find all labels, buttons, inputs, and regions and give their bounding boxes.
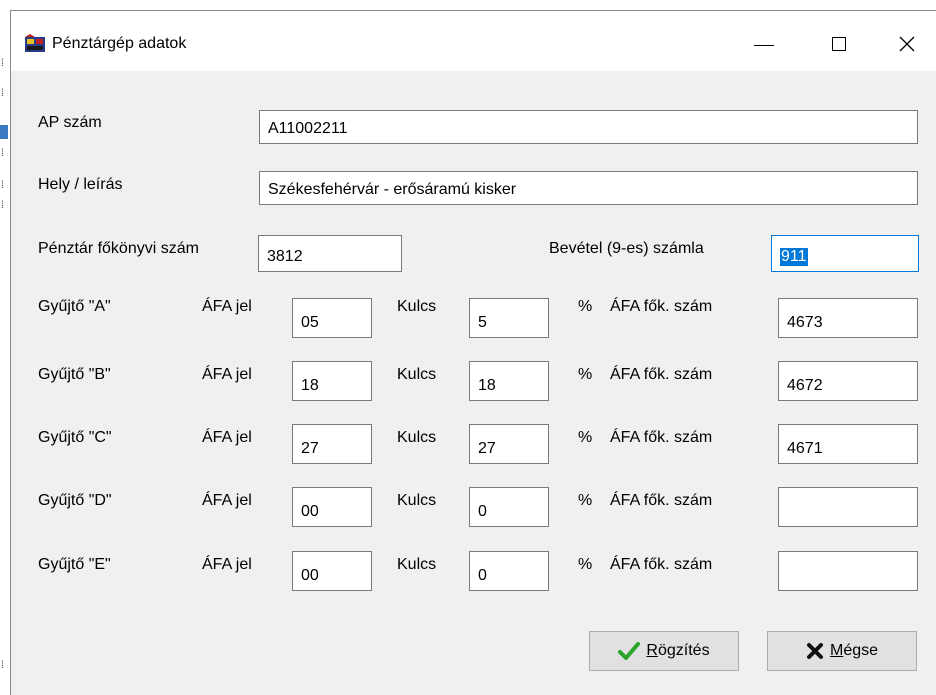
- penztar-input[interactable]: 3812: [258, 235, 402, 272]
- afa-jel-input[interactable]: 05: [292, 298, 372, 338]
- gyujto-name: Gyűjtő "E": [38, 556, 111, 573]
- hely-label: Hely / leírás: [38, 176, 123, 193]
- window-title: Pénztárgép adatok: [52, 35, 187, 52]
- minimize-button[interactable]: [744, 29, 784, 59]
- afa-fok-label: ÁFA fők. szám: [610, 492, 713, 509]
- gyujto-name: Gyűjtő "C": [38, 429, 112, 446]
- percent-label: %: [578, 556, 593, 573]
- bevetel-input[interactable]: 911: [771, 235, 919, 272]
- afa-jel-label: ÁFA jel: [202, 298, 252, 315]
- background-selection: [0, 125, 8, 139]
- afa-jel-input[interactable]: 27: [292, 424, 372, 464]
- cash-register-app-icon: [25, 34, 45, 52]
- afa-fok-input[interactable]: [778, 551, 918, 591]
- minimize-icon: [754, 44, 774, 46]
- gyujto-name: Gyűjtő "A": [38, 298, 111, 315]
- cancel-button[interactable]: Mégse: [767, 631, 917, 671]
- cross-icon: [806, 643, 823, 659]
- background-mark: ⁞: [1, 200, 4, 211]
- afa-fok-label: ÁFA fők. szám: [610, 366, 713, 383]
- kulcs-input[interactable]: 0: [469, 551, 549, 591]
- title-bar: Pénztárgép adatok: [11, 11, 936, 71]
- hely-input[interactable]: Székesfehérvár - erősáramú kisker: [259, 171, 918, 205]
- afa-fok-label: ÁFA fők. szám: [610, 556, 713, 573]
- kulcs-input[interactable]: 27: [469, 424, 549, 464]
- percent-label: %: [578, 298, 593, 315]
- cancel-button-label: Mégse: [829, 642, 879, 659]
- save-button-label: Rögzítés: [646, 642, 710, 659]
- background-window-strip: ⁞ ⁞ ⁞ ⁞ ⁞ ⁞: [0, 0, 10, 695]
- gyujto-name: Gyűjtő "B": [38, 366, 111, 383]
- gyujto-name: Gyűjtő "D": [38, 492, 112, 509]
- afa-fok-input[interactable]: 4673: [778, 298, 918, 338]
- afa-jel-label: ÁFA jel: [202, 556, 252, 573]
- kulcs-label: Kulcs: [397, 492, 437, 509]
- checkmark-icon: [618, 642, 641, 660]
- background-mark: ⁞: [1, 58, 4, 69]
- kulcs-label: Kulcs: [397, 556, 437, 573]
- background-mark: ⁞: [1, 148, 4, 159]
- percent-label: %: [578, 429, 593, 446]
- dialog-window: Pénztárgép adatok AP szám A11002211 Hely…: [10, 10, 936, 695]
- afa-jel-label: ÁFA jel: [202, 429, 252, 446]
- ap-szam-label: AP szám: [38, 114, 102, 131]
- ap-szam-input[interactable]: A11002211: [259, 110, 918, 144]
- background-mark: ⁞: [1, 180, 4, 191]
- afa-jel-input[interactable]: 18: [292, 361, 372, 401]
- afa-fok-input[interactable]: 4671: [778, 424, 918, 464]
- maximize-button[interactable]: [819, 29, 859, 59]
- bevetel-label: Bevétel (9-es) számla: [549, 240, 704, 257]
- afa-jel-input[interactable]: 00: [292, 487, 372, 527]
- kulcs-label: Kulcs: [397, 429, 437, 446]
- save-button[interactable]: Rögzítés: [589, 631, 739, 671]
- afa-fok-input[interactable]: [778, 487, 918, 527]
- kulcs-input[interactable]: 5: [469, 298, 549, 338]
- kulcs-input[interactable]: 0: [469, 487, 549, 527]
- afa-jel-input[interactable]: 00: [292, 551, 372, 591]
- kulcs-label: Kulcs: [397, 366, 437, 383]
- close-button[interactable]: [887, 29, 927, 59]
- percent-label: %: [578, 492, 593, 509]
- afa-jel-label: ÁFA jel: [202, 492, 252, 509]
- afa-fok-label: ÁFA fők. szám: [610, 429, 713, 446]
- percent-label: %: [578, 366, 593, 383]
- afa-jel-label: ÁFA jel: [202, 366, 252, 383]
- close-icon: [899, 36, 915, 52]
- bevetel-selected-text: 911: [780, 248, 808, 266]
- afa-fok-label: ÁFA fők. szám: [610, 298, 713, 315]
- kulcs-input[interactable]: 18: [469, 361, 549, 401]
- penztar-label: Pénztár főkönyvi szám: [38, 240, 199, 257]
- background-mark: ⁞: [1, 660, 4, 671]
- afa-fok-input[interactable]: 4672: [778, 361, 918, 401]
- background-mark: ⁞: [1, 88, 4, 99]
- kulcs-label: Kulcs: [397, 298, 437, 315]
- maximize-icon: [832, 37, 846, 51]
